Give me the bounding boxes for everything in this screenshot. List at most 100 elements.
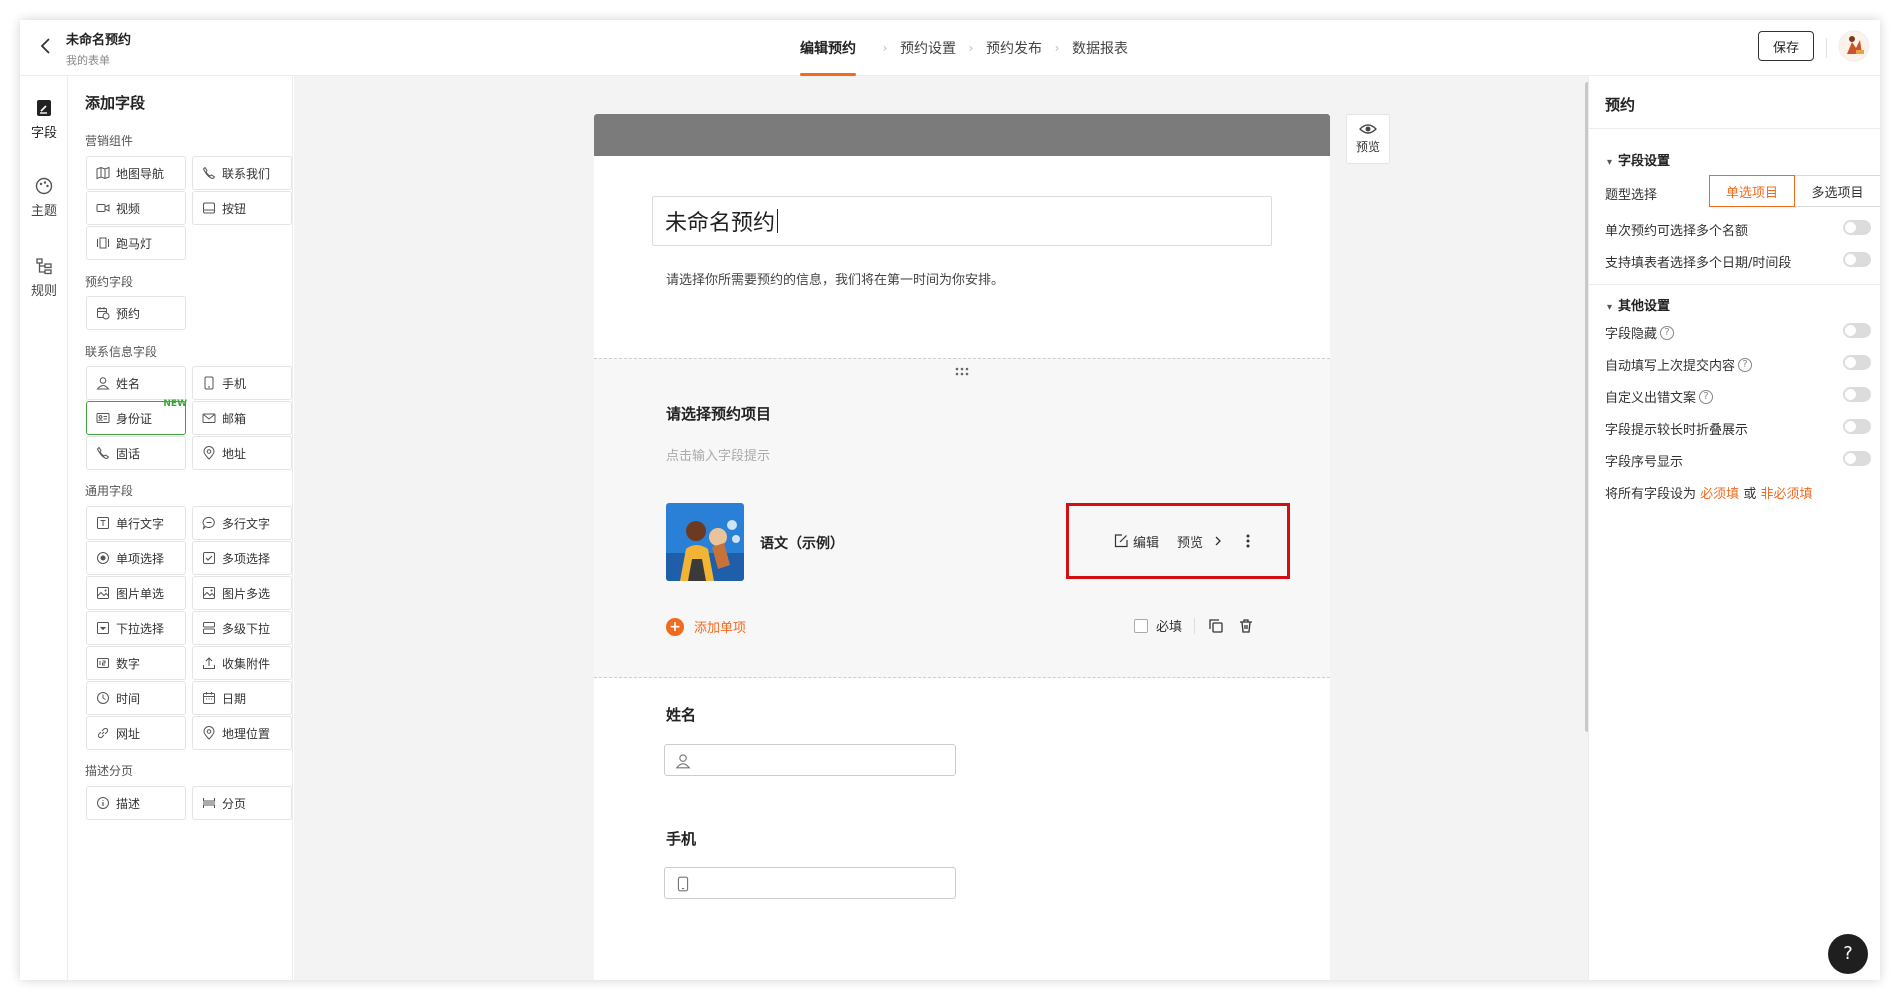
dropdown-icon [97, 622, 109, 634]
comp-image-single[interactable]: 图片单选 [86, 576, 186, 610]
section-title-booking: 预约字段 [85, 275, 134, 289]
field-hide-toggle[interactable] [1843, 323, 1871, 338]
comp-cascade-dropdown[interactable]: 多级下拉 [192, 611, 292, 645]
toggle-label: 支持填表者选择多个日期/时间段 [1605, 256, 1792, 271]
save-button[interactable]: 保存 [1758, 31, 1814, 61]
drag-handle-icon[interactable] [954, 367, 970, 377]
trash-icon[interactable] [1237, 617, 1255, 635]
nav-theme[interactable]: 主题 [20, 176, 68, 219]
comp-number[interactable]: 数字 [86, 646, 186, 680]
comp-id-card[interactable]: 身份证 NEW [86, 399, 187, 435]
cascade-icon [203, 622, 215, 634]
booking-field-block[interactable]: 请选择预约项目 点击输入字段提示 语文（示例） 编辑 预览 + 添加单项 必填 [594, 358, 1330, 678]
comp-attachment[interactable]: 收集附件 [192, 646, 292, 680]
option-edit-label: 编辑 [1132, 535, 1159, 551]
field-hint[interactable]: 点击输入字段提示 [666, 445, 770, 464]
nav-rules-label: 规则 [30, 284, 57, 299]
form-banner[interactable] [594, 114, 1330, 156]
calendar-icon [203, 692, 215, 704]
chat-bubble-icon [202, 517, 215, 530]
nav-rules[interactable]: 规则 [20, 256, 68, 299]
question-icon[interactable]: ? [1660, 325, 1675, 340]
custom-error-toggle[interactable] [1843, 387, 1871, 402]
tab-reports[interactable]: 数据报表 [1072, 20, 1128, 76]
comp-booking[interactable]: 预约 [86, 296, 186, 330]
type-segmented: 单选项目 多选项目 [1709, 175, 1880, 207]
back-arrow-icon[interactable] [34, 34, 58, 58]
tab-edit[interactable]: 编辑预约 [786, 20, 870, 76]
comp-date[interactable]: 日期 [192, 681, 292, 715]
comp-label: 预约 [116, 306, 141, 321]
set-all-optional-link[interactable]: 非必须填 [1760, 487, 1812, 502]
form-title-input[interactable]: 未命名预约 [652, 196, 1272, 246]
comp-label: 数字 [116, 656, 141, 671]
type-single-button[interactable]: 单选项目 [1709, 175, 1795, 207]
form-title-text: 未命名预约 [665, 211, 776, 236]
comp-multi-line-text[interactable]: 多行文字 [192, 506, 292, 540]
option-more-button[interactable] [1243, 533, 1257, 549]
nav-fields[interactable]: 字段 [20, 98, 68, 141]
comp-pagination[interactable]: 分页 [192, 786, 292, 820]
comp-map-nav[interactable]: 地图导航 [86, 156, 186, 190]
comp-contact-us[interactable]: 联系我们 [192, 156, 292, 190]
comp-label: 邮箱 [222, 411, 247, 426]
multi-quota-toggle[interactable] [1843, 220, 1871, 235]
section-other-settings[interactable]: 其他设置 [1607, 295, 1670, 314]
panel-title: 添加字段 [85, 94, 146, 112]
comp-description[interactable]: 描述 [86, 786, 186, 820]
form-description[interactable]: 请选择你所需要预约的信息，我们将在第一时间为你安排。 [666, 269, 1004, 288]
comp-label: 按钮 [222, 201, 247, 216]
name-input[interactable] [664, 744, 956, 776]
field-number-toggle[interactable] [1843, 451, 1871, 466]
option-label[interactable]: 语文（示例） [760, 533, 844, 553]
set-all-required-link[interactable]: 必须填 [1700, 487, 1739, 502]
comp-button[interactable]: 按钮 [192, 191, 292, 225]
comp-geo-location[interactable]: 地理位置 [192, 716, 292, 750]
phone-input[interactable] [664, 867, 956, 899]
comp-name[interactable]: 姓名 [86, 366, 186, 400]
name-field-label[interactable]: 姓名 [666, 704, 696, 725]
option-edit-button[interactable]: 编辑 [1113, 532, 1159, 551]
comp-address[interactable]: 地址 [192, 436, 292, 470]
comp-email[interactable]: 邮箱 [192, 401, 292, 435]
question-icon[interactable]: ? [1738, 357, 1753, 372]
comp-label: 地图导航 [116, 166, 165, 181]
bulk-required-row: 将所有字段设为 必须填 或 非必须填 [1605, 483, 1871, 502]
comp-time[interactable]: 时间 [86, 681, 186, 715]
comp-landline[interactable]: 固话 [86, 436, 186, 470]
required-checkbox[interactable] [1134, 618, 1148, 633]
phone-field-label[interactable]: 手机 [666, 828, 696, 849]
question-icon[interactable]: ? [1699, 389, 1714, 404]
multi-date-toggle[interactable] [1843, 252, 1871, 267]
comp-url[interactable]: 网址 [86, 716, 186, 750]
mobile-icon [204, 376, 214, 390]
comp-marquee[interactable]: 跑马灯 [86, 226, 186, 260]
comp-mobile[interactable]: 手机 [192, 366, 292, 400]
comp-single-line-text[interactable]: 单行文字 [86, 506, 186, 540]
type-multi-button[interactable]: 多选项目 [1795, 175, 1880, 207]
avatar[interactable] [1838, 30, 1870, 62]
field-title[interactable]: 请选择预约项目 [666, 403, 771, 424]
comp-video[interactable]: 视频 [86, 191, 186, 225]
preview-button[interactable]: 预览 [1346, 114, 1390, 164]
tab-publish[interactable]: 预约发布 [986, 20, 1042, 76]
comp-image-multi[interactable]: 图片多选 [192, 576, 292, 610]
comp-label: 地理位置 [222, 726, 271, 741]
collapse-hint-toggle[interactable] [1843, 419, 1871, 434]
comp-dropdown[interactable]: 下拉选择 [86, 611, 186, 645]
checkbox-icon [203, 552, 215, 564]
comp-label: 单项选择 [116, 551, 165, 566]
section-title-marketing: 营销组件 [85, 134, 134, 148]
help-button[interactable]: ? [1828, 934, 1868, 974]
field-panel: 添加字段 营销组件 地图导航 联系我们 视频 按钮 跑马灯 预约字段 预约 联系… [69, 76, 293, 980]
option-preview-button[interactable]: 预览 [1177, 532, 1225, 551]
comp-single-choice[interactable]: 单项选择 [86, 541, 186, 575]
copy-icon[interactable] [1207, 617, 1225, 635]
tab-settings[interactable]: 预约设置 [900, 20, 956, 76]
type-select-label: 题型选择 [1605, 188, 1658, 203]
comp-multi-choice[interactable]: 多项选择 [192, 541, 292, 575]
section-field-settings[interactable]: 字段设置 [1607, 150, 1670, 169]
autofill-toggle[interactable] [1843, 355, 1871, 370]
add-item-button[interactable]: + 添加单项 [666, 617, 746, 636]
form-title-area: 未命名预约 我的表单 [66, 29, 131, 68]
